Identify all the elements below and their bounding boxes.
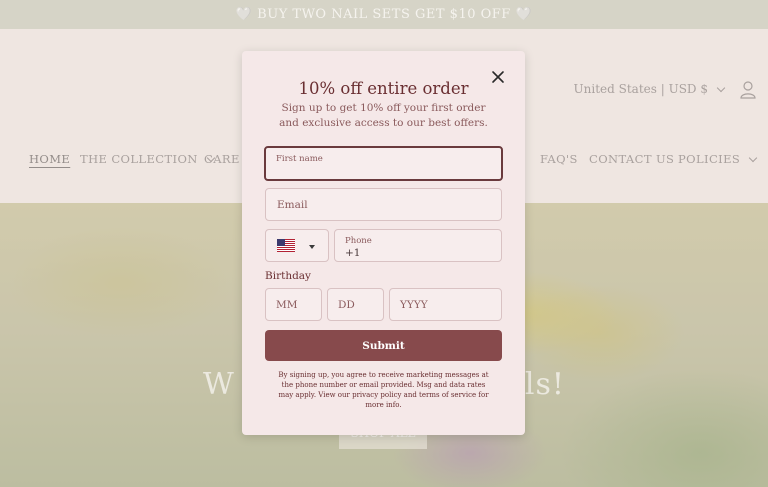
yyyy-placeholder: YYYY xyxy=(400,299,428,311)
modal-title: 10% off entire order xyxy=(298,79,469,98)
dd-placeholder: DD xyxy=(338,299,355,311)
signup-modal: 10% off entire order Sign up to get 10% … xyxy=(242,51,525,435)
birthday-day-field[interactable]: DD xyxy=(327,288,384,321)
email-field[interactable]: Email xyxy=(265,188,502,221)
submit-button[interactable]: Submit xyxy=(265,330,502,361)
birthday-month-field[interactable]: MM xyxy=(265,288,322,321)
caret-down-icon xyxy=(309,245,315,249)
birthday-year-field[interactable]: YYYY xyxy=(389,288,502,321)
modal-subtitle: Sign up to get 10% off your first order … xyxy=(279,102,488,129)
us-flag-icon xyxy=(277,239,295,252)
legal-text: By signing up, you agree to receive mark… xyxy=(278,371,489,409)
mm-placeholder: MM xyxy=(276,299,298,311)
phone-label: Phone xyxy=(345,236,372,246)
first-name-label: First name xyxy=(276,154,323,164)
phone-field[interactable]: Phone +1 xyxy=(334,229,502,262)
birthday-label: Birthday xyxy=(265,270,311,282)
submit-label: Submit xyxy=(362,339,405,352)
phone-value: +1 xyxy=(345,247,361,259)
country-code-select[interactable] xyxy=(265,229,329,262)
first-name-field[interactable]: First name xyxy=(264,146,503,181)
email-placeholder: Email xyxy=(277,199,308,211)
